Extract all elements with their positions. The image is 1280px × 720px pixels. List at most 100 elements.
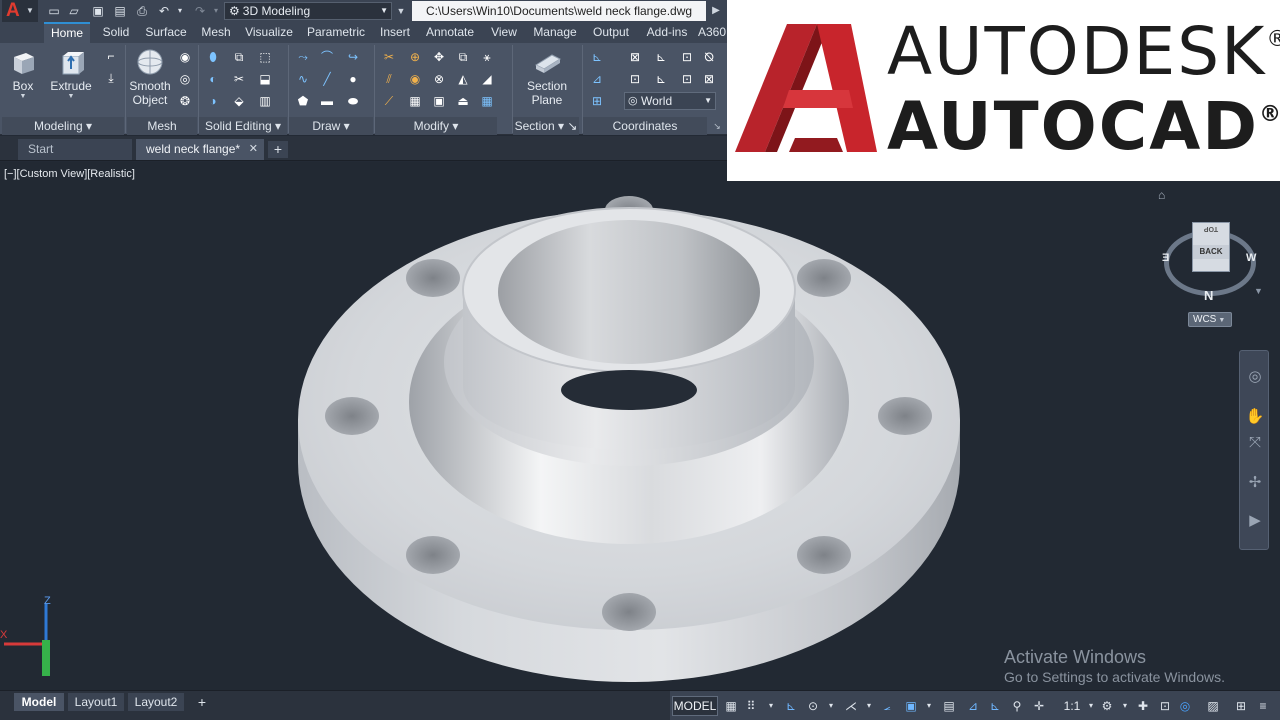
tab-visualize[interactable]: Visualize <box>240 22 298 43</box>
mesh-smooth-less-icon[interactable]: ◎ <box>176 70 194 88</box>
transparency-icon[interactable]: ▤ <box>940 696 958 716</box>
chevron-down-icon[interactable]: ▾ <box>860 696 878 716</box>
chevron-down-icon[interactable]: ▾ <box>762 696 780 716</box>
mesh-smooth-more-icon[interactable]: ◉ <box>176 48 194 66</box>
workspace-gear-icon[interactable]: ⚙ <box>1098 696 1116 716</box>
panel-solid-editing-title[interactable]: Solid Editing ▾ <box>199 117 287 135</box>
polysolid-icon[interactable]: ⌐ <box>102 47 120 65</box>
model-space-button[interactable]: MODEL <box>672 696 718 716</box>
grid-icon[interactable]: ▦ <box>722 696 740 716</box>
ucs-named-icon[interactable]: ⊿ <box>588 70 606 88</box>
ucs-icon[interactable]: ⊾ <box>588 48 606 66</box>
clean-screen-icon[interactable]: ⊞ <box>1232 696 1250 716</box>
undo-dropdown-icon[interactable]: ▾ <box>172 3 188 19</box>
graphics-performance-icon[interactable]: ▨ <box>1204 696 1222 716</box>
ucs-face-icon[interactable]: ⊾ <box>652 70 670 88</box>
move-icon[interactable]: ✥ <box>430 48 448 66</box>
union-icon[interactable]: ⬮ <box>204 48 222 66</box>
grid-array-icon[interactable]: ▦ <box>478 92 496 110</box>
tab-output[interactable]: Output <box>586 22 636 43</box>
annotation-monitor-icon[interactable]: ✚ <box>1134 696 1152 716</box>
panel-coordinates-title[interactable]: Coordinates <box>583 117 707 135</box>
tab-model[interactable]: Model <box>14 693 64 711</box>
ucs-z-icon[interactable]: ⊠ <box>626 48 644 66</box>
trim-icon[interactable]: ✂ <box>380 48 398 66</box>
tab-manage[interactable]: Manage <box>528 22 582 43</box>
tab-insert[interactable]: Insert <box>374 22 416 43</box>
section-plane-button[interactable]: Section Plane <box>522 47 572 107</box>
home-icon[interactable]: ⌂ <box>1158 188 1165 202</box>
close-icon[interactable]: ✕ <box>249 139 258 159</box>
compass-north[interactable]: N <box>1204 288 1213 303</box>
chevron-down-icon[interactable]: ▾ <box>1116 696 1134 716</box>
tab-addins[interactable]: Add-ins <box>640 22 694 43</box>
rotate-3d-icon[interactable]: ⊕ <box>406 48 424 66</box>
ucs-x-icon[interactable]: ⊡ <box>678 48 696 66</box>
units-icon[interactable]: ⊡ <box>1156 696 1174 716</box>
file-tab-start[interactable]: Start <box>18 139 132 160</box>
polyline-icon[interactable]: ⤳ <box>294 48 312 66</box>
tab-solid[interactable]: Solid <box>96 22 136 43</box>
panel-draw-title[interactable]: Draw ▾ <box>289 117 373 135</box>
customize-quick-access-icon[interactable]: ▼ <box>394 3 408 19</box>
dialog-launcher-icon[interactable]: ↘ <box>708 117 726 135</box>
compass-east[interactable]: E <box>1162 252 1169 264</box>
tab-surface[interactable]: Surface <box>140 22 192 43</box>
polar-tracking-icon[interactable]: ⊙ <box>804 696 822 716</box>
redo-icon[interactable]: ↷ <box>192 3 208 19</box>
subtract-icon[interactable]: ◐ <box>204 70 222 88</box>
circle-icon[interactable]: ● <box>344 70 362 88</box>
annotation-scale[interactable]: 1:1 <box>1060 696 1084 716</box>
workspace-switcher[interactable]: ⚙ 3D Modeling ▼ <box>224 2 392 20</box>
gizmo-icon[interactable]: ✛ <box>1030 696 1048 716</box>
print-icon[interactable]: ⎙ <box>134 3 150 19</box>
ucs-origin-icon[interactable]: ⊞ <box>588 92 606 110</box>
separate-icon[interactable]: ⬓ <box>256 70 274 88</box>
new-layout-button[interactable]: + <box>194 694 210 710</box>
compass-west[interactable]: W <box>1246 252 1256 264</box>
tab-annotate[interactable]: Annotate <box>420 22 480 43</box>
panel-mesh-title[interactable]: Mesh <box>127 117 197 135</box>
copy-icon[interactable]: ⧉ <box>454 48 472 66</box>
extrude-faces-icon[interactable]: ⬚ <box>256 48 274 66</box>
intersect-icon[interactable]: ◑ <box>204 92 222 110</box>
panel-modify-title[interactable]: Modify ▾ <box>375 117 497 135</box>
steering-wheel-icon[interactable]: ◎ <box>1245 367 1265 387</box>
selection-filter-icon[interactable]: ⚲ <box>1008 696 1026 716</box>
fillet-icon[interactable]: ◭ <box>454 70 472 88</box>
customization-icon[interactable]: ≡ <box>1254 696 1272 716</box>
helix-icon[interactable]: ↪ <box>344 48 362 66</box>
panel-modeling-title[interactable]: Modeling ▾ <box>2 117 124 135</box>
isometric-icon[interactable]: ⋌ <box>842 696 860 716</box>
ucs-y-icon[interactable]: ⊡ <box>626 70 644 88</box>
drawing-viewport[interactable]: [−][Custom View][Realistic] ⌂ TOP BACK W… <box>0 162 1280 690</box>
ellipse-icon[interactable]: ⬬ <box>344 92 362 110</box>
smooth-object-button[interactable]: Smooth Object <box>128 47 172 107</box>
mesh-refine-icon[interactable]: ❂ <box>176 92 194 110</box>
tab-view[interactable]: View <box>484 22 524 43</box>
object-snap-icon[interactable]: ▣ <box>902 696 920 716</box>
erase-icon[interactable]: ▦ <box>406 92 424 110</box>
ucs-3point-icon[interactable]: ⊾ <box>652 48 670 66</box>
arc-icon[interactable]: ⌒ <box>318 48 336 66</box>
spline-icon[interactable]: ∿ <box>294 70 312 88</box>
tab-a360[interactable]: A360 <box>698 22 728 43</box>
selection-cycling-icon[interactable]: ⊿ <box>964 696 982 716</box>
new-tab-button[interactable]: + <box>268 141 288 158</box>
mirror-icon[interactable]: ◉ <box>406 70 424 88</box>
viewcube[interactable]: ⌂ TOP BACK W E N ▼ WCS ▼ <box>1150 182 1272 332</box>
redo-dropdown-icon[interactable]: ▾ <box>208 3 224 19</box>
chevron-right-icon[interactable]: ▶ <box>708 3 724 19</box>
save-as-icon[interactable]: ▤ <box>112 3 128 19</box>
file-tab-weld-neck-flange[interactable]: weld neck flange* ✕ <box>136 139 264 160</box>
shell-icon[interactable]: ▥ <box>256 92 274 110</box>
snap-icon[interactable]: ⠿ <box>742 696 760 716</box>
explode-icon[interactable]: ⟋ <box>380 92 398 110</box>
tab-layout1[interactable]: Layout1 <box>68 693 124 711</box>
stretch-icon[interactable]: ⏏ <box>454 92 472 110</box>
new-file-icon[interactable]: ▭ <box>46 3 62 19</box>
align-icon[interactable]: ⊗ <box>430 70 448 88</box>
line-icon[interactable]: ╱ <box>318 70 336 88</box>
pan-icon[interactable]: ✋ <box>1245 407 1265 427</box>
dynamic-ucs-icon[interactable]: ⊾ <box>986 696 1004 716</box>
